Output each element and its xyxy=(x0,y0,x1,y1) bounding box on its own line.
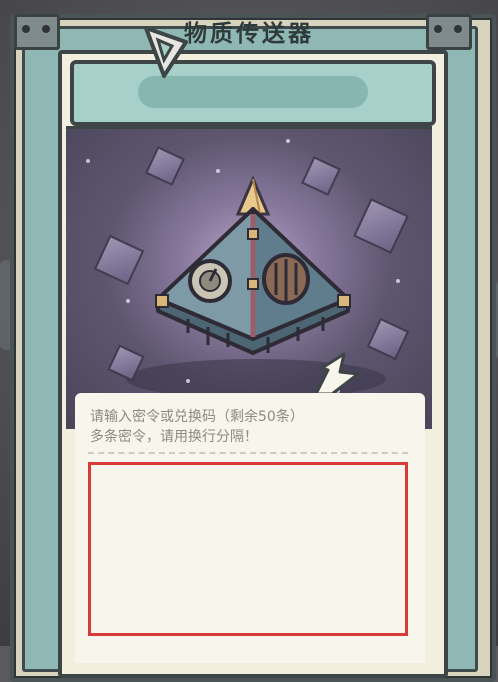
sparkle xyxy=(86,159,90,163)
triangle-logo-icon xyxy=(144,26,188,78)
pyramid-teleporter-icon xyxy=(155,175,351,355)
title-bar xyxy=(70,60,436,126)
teleporter-artwork xyxy=(66,126,432,429)
floating-crystal-icon xyxy=(93,234,145,286)
dialog-title: 物质传送器 xyxy=(184,21,314,47)
floating-crystal-icon xyxy=(353,198,409,254)
input-hint-line-1: 请输入密令或兑换码（剩余50条） xyxy=(90,409,304,425)
sparkle xyxy=(286,139,290,143)
divider xyxy=(88,452,408,454)
sparkle xyxy=(396,279,400,283)
speech-bubble-tail-icon xyxy=(314,352,360,396)
code-input-field-highlight[interactable] xyxy=(88,462,409,637)
sparkle xyxy=(186,379,190,383)
sparkle xyxy=(126,299,130,303)
floating-crystal-icon xyxy=(366,317,410,361)
input-hint-line-2: 多条密令，请用换行分隔！ xyxy=(90,429,258,445)
code-input-field[interactable] xyxy=(91,465,409,637)
